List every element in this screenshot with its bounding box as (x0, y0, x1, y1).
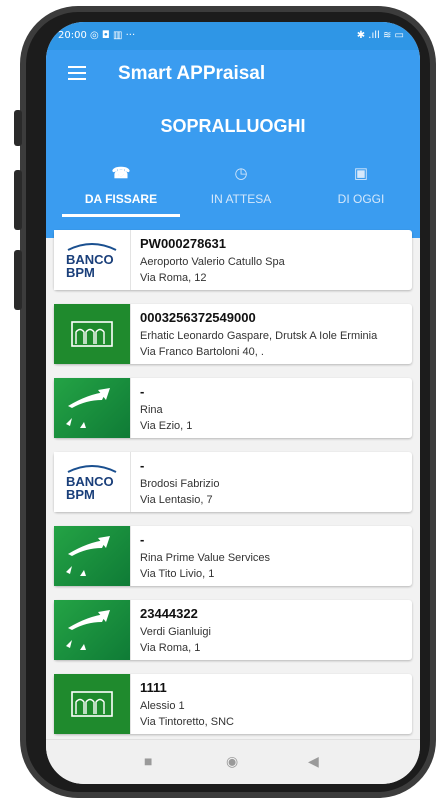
client-name: Verdi Gianluigi (140, 626, 211, 638)
practice-code: - (140, 458, 145, 473)
client-name: Brodosi Fabrizio (140, 478, 220, 490)
phone-icon: ☎ (111, 165, 131, 182)
status-bar: 20:00 ◎ ◘ ▥ ··· ✱ .ıll ≋ ▭ (46, 22, 420, 50)
practice-code: 23444322 (140, 606, 198, 621)
system-nav-bar: ■ ◉ ◀ (46, 739, 420, 784)
screen: 20:00 ◎ ◘ ▥ ··· ✱ .ıll ≋ ▭ Smart APPrais… (46, 22, 420, 784)
bnp-stars-logo-icon (54, 526, 131, 586)
logo-text: BPM (66, 487, 95, 502)
list-item[interactable]: - Rina Via Ezio, 1 (54, 378, 412, 438)
section-header: SOPRALLUOGHI ☎ DA FISSARE ◷ IN ATTESA ▣ … (46, 96, 420, 238)
tab-label: DA FISSARE (84, 192, 158, 206)
tab-da-fissare[interactable]: ☎ DA FISSARE (62, 158, 180, 218)
practice-code: PW000278631 (140, 236, 227, 251)
list-item[interactable]: BANCO BPM PW000278631 Aeroporto Valerio … (54, 230, 412, 290)
address: Via Ezio, 1 (140, 420, 193, 432)
back-icon[interactable]: ◀ (308, 753, 319, 770)
address: Via Roma, 1 (140, 642, 201, 654)
address: Via Lentasio, 7 (140, 494, 213, 506)
address: Via Tito Livio, 1 (140, 568, 215, 580)
list-item[interactable]: 1111 Alessio 1 Via Tintoretto, SNC (54, 674, 412, 734)
practice-code: 1111 (140, 680, 167, 695)
home-icon[interactable]: ◉ (226, 753, 238, 770)
client-name: Rina (140, 404, 163, 416)
client-name: Rina Prime Value Services (140, 552, 271, 564)
list-item[interactable]: - Rina Prime Value Services Via Tito Liv… (54, 526, 412, 586)
address: Via Tintoretto, SNC (140, 716, 234, 728)
side-button-2 (14, 250, 22, 310)
building-logo-icon (54, 674, 131, 734)
tab-label: DI OGGI (337, 192, 385, 206)
practice-code: - (140, 384, 145, 399)
app-title: Smart APPraisal (118, 63, 266, 84)
side-button (14, 170, 22, 230)
app-bar: Smart APPraisal (46, 50, 420, 96)
practice-code: - (140, 532, 145, 547)
list-item[interactable]: 23444322 Verdi Gianluigi Via Roma, 1 (54, 600, 412, 660)
clock-icon: ◷ (234, 165, 248, 182)
status-right: ✱ .ıll ≋ ▭ (356, 30, 404, 41)
address: Via Franco Bartoloni 40, . (140, 346, 264, 358)
tab-indicator (62, 214, 180, 217)
bnp-stars-logo-icon (54, 378, 131, 438)
address: Via Roma, 12 (140, 272, 207, 284)
tab-di-oggi[interactable]: ▣ DI OGGI (302, 158, 420, 218)
hamburger-menu-icon[interactable] (68, 66, 86, 80)
banco-bpm-logo: BANCO BPM (54, 230, 131, 290)
list-item[interactable]: 0003256372549000 Erhatic Leonardo Gaspar… (54, 304, 412, 364)
section-title: SOPRALLUOGHI (160, 116, 306, 136)
recent-apps-icon[interactable]: ■ (144, 753, 152, 769)
bnp-stars-logo-icon (54, 600, 131, 660)
client-name: Alessio 1 (140, 700, 185, 712)
banco-bpm-logo: BANCO BPM (54, 452, 131, 512)
tab-bar: ☎ DA FISSARE ◷ IN ATTESA ▣ DI OGGI (46, 158, 420, 218)
status-left: 20:00 ◎ ◘ ▥ ··· (58, 30, 136, 41)
tab-in-attesa[interactable]: ◷ IN ATTESA (182, 158, 300, 218)
logo-text: BPM (66, 265, 95, 280)
client-name: Aeroporto Valerio Catullo Spa (140, 256, 285, 268)
tab-label: IN ATTESA (210, 192, 272, 206)
calendar-icon: ▣ (353, 165, 369, 182)
list-item[interactable]: BANCO BPM - Brodosi Fabrizio Via Lentasi… (54, 452, 412, 512)
building-logo-icon (54, 304, 131, 364)
client-name: Erhatic Leonardo Gaspare, Drutsk A Iole … (140, 330, 378, 342)
practice-code: 0003256372549000 (140, 310, 256, 325)
volume-button (14, 110, 22, 146)
